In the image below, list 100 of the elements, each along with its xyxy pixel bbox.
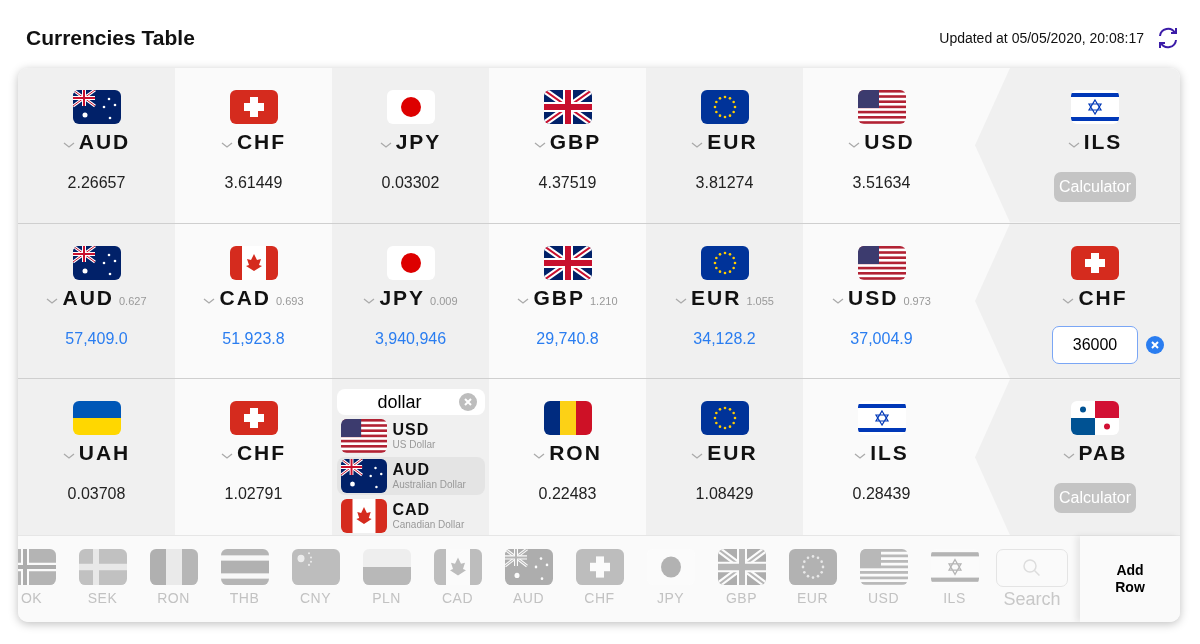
rate-text: 0.693 <box>276 294 304 307</box>
value-text: 51,923.8 <box>222 329 285 348</box>
caret-icon[interactable] <box>62 453 75 461</box>
flag-icon <box>543 90 592 124</box>
page-title: Currencies Table <box>26 26 195 50</box>
caret-icon[interactable] <box>46 297 59 305</box>
value-text: 3.61449 <box>224 174 283 192</box>
currency-code[interactable]: EUR <box>707 130 758 154</box>
value-text: 3.81274 <box>695 174 754 192</box>
amount-field[interactable]: 36000 <box>1052 325 1138 364</box>
currency-code[interactable]: JPY <box>395 130 442 154</box>
caret-icon[interactable] <box>203 297 216 305</box>
flag-icon <box>229 90 278 124</box>
caret-icon[interactable] <box>533 142 546 149</box>
caret-icon[interactable] <box>62 142 75 149</box>
flag-icon <box>859 548 908 585</box>
flag-icon <box>575 548 624 585</box>
currency-code[interactable]: GBP <box>549 130 602 154</box>
refresh-icon[interactable] <box>1156 27 1180 49</box>
flag-icon <box>717 548 766 585</box>
currency-code[interactable]: CHF <box>236 441 287 466</box>
caret-icon[interactable] <box>691 142 704 149</box>
currency-code[interactable]: UAH <box>78 441 131 466</box>
currency-code[interactable]: CAD <box>219 285 271 310</box>
caret-icon[interactable] <box>220 142 233 149</box>
value-text: 4.37519 <box>538 174 597 192</box>
currency-code[interactable]: EUR <box>691 285 742 310</box>
flag-icon <box>1071 401 1119 436</box>
value-text: 1.08429 <box>695 485 754 504</box>
currency-code[interactable]: AUD <box>78 130 131 154</box>
currency-code[interactable]: USD <box>864 130 915 154</box>
flag-icon <box>362 548 411 585</box>
flag-icon <box>229 245 278 280</box>
currency-code[interactable]: ILS <box>870 441 909 466</box>
caret-icon[interactable] <box>1067 142 1080 149</box>
currency-code[interactable]: EUR <box>707 441 758 466</box>
flag-icon <box>700 245 749 280</box>
currency-option[interactable]: CAD Canadian Dollar <box>336 497 485 536</box>
caret-icon[interactable] <box>220 453 233 461</box>
value-text: 0.22483 <box>538 485 597 504</box>
search-icon <box>1022 557 1042 578</box>
value-text: 1.02791 <box>224 485 283 504</box>
value-text: 3.51634 <box>852 174 911 192</box>
caret-icon[interactable] <box>675 297 688 305</box>
caret-icon[interactable] <box>848 142 861 149</box>
flag-icon <box>78 548 127 585</box>
flag-icon <box>1071 90 1119 124</box>
caret-icon[interactable] <box>363 297 376 305</box>
flag-icon <box>149 548 198 585</box>
flag-icon <box>72 401 121 436</box>
flag-icon <box>386 245 435 280</box>
flag-icon <box>72 245 121 280</box>
currency-code[interactable]: CHF <box>1078 285 1128 310</box>
currency-code[interactable]: CHF <box>236 130 287 154</box>
flag-icon <box>700 401 749 436</box>
value-text: 0.28439 <box>852 485 911 504</box>
flag-icon <box>386 90 435 124</box>
flag-icon <box>788 548 837 585</box>
flag-icon <box>72 90 121 124</box>
flag-icon <box>504 548 553 585</box>
currency-code[interactable]: ILS <box>1083 130 1123 154</box>
flag-icon <box>857 90 906 124</box>
flag-icon <box>340 459 387 494</box>
value-text: 3,940,946 <box>374 329 447 348</box>
currency-code[interactable]: PAB <box>1078 441 1128 466</box>
flag-icon <box>220 548 269 585</box>
rate-text: 0.973 <box>903 294 931 307</box>
currency-code[interactable]: RON <box>549 441 602 466</box>
caret-icon[interactable] <box>533 453 546 461</box>
caret-icon[interactable] <box>1062 453 1075 461</box>
add-row-button[interactable]: Add Row <box>1080 536 1180 622</box>
currency-option[interactable]: USD US Dollar <box>336 417 485 456</box>
value-text: 0.03708 <box>67 485 126 504</box>
clear-icon[interactable] <box>1146 335 1164 354</box>
rate-text: 0.627 <box>119 294 147 307</box>
value-text: 57,409.0 <box>65 329 128 348</box>
flag-icon <box>700 90 749 124</box>
caret-icon[interactable] <box>517 297 530 305</box>
currency-code[interactable]: AUD <box>62 285 114 310</box>
caret-icon[interactable] <box>379 142 392 149</box>
value-text: 29,740.8 <box>536 329 599 348</box>
value-text: 37,004.9 <box>850 329 913 348</box>
flag-icon <box>857 245 906 280</box>
search-field[interactable]: dollar <box>336 389 485 416</box>
updated-text: Updated at 05/05/2020, 20:08:17 <box>939 30 1144 46</box>
caret-icon[interactable] <box>832 297 845 305</box>
flag-icon <box>291 548 340 585</box>
clear-icon[interactable] <box>458 393 477 412</box>
currency-code[interactable]: GBP <box>533 285 585 310</box>
caret-icon[interactable] <box>1062 297 1075 305</box>
currency-option[interactable]: AUD Australian Dollar <box>336 457 485 496</box>
value-text: 2.26657 <box>67 174 126 192</box>
value-text: 0.03302 <box>381 174 440 192</box>
search-input[interactable]: dollar <box>362 390 437 414</box>
caret-icon[interactable] <box>854 453 867 461</box>
currency-code[interactable]: USD <box>848 285 899 310</box>
caret-icon[interactable] <box>691 453 704 461</box>
flag-icon <box>340 499 387 534</box>
currency-code[interactable]: JPY <box>379 285 426 310</box>
flag-icon <box>18 548 56 585</box>
